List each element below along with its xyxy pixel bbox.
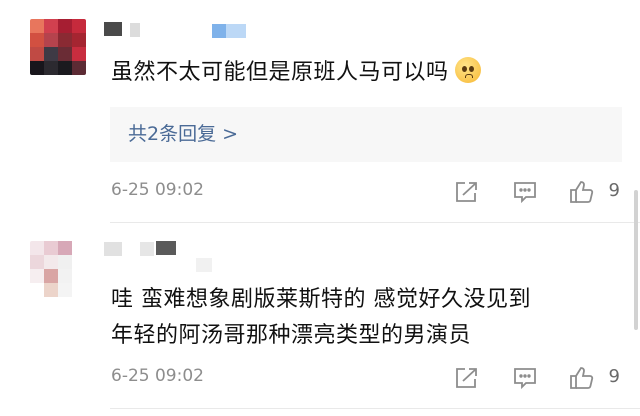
comment-text: 虽然不太可能但是原班人马可以吗 [111,55,616,91]
avatar[interactable] [30,241,90,305]
comment-actions: 6-25 09:02 9 [111,178,620,206]
pleading-face-icon [454,57,481,83]
comment-text: 哇 蛮难想象剧版莱斯特的 感觉好久没见到 年轻的阿汤哥那种漂亮类型的男演员 [111,282,616,354]
comment-text-line-2: 年轻的阿汤哥那种漂亮类型的男演员 [111,323,472,348]
comment-1: 虽然不太可能但是原班人马可以吗 共2条回复 > 6-25 09:02 9 [0,0,640,222]
comment-icon[interactable] [512,366,538,390]
like-count: 9 [608,180,620,201]
timestamp: 6-25 09:02 [111,366,204,386]
share-icon[interactable] [454,180,480,204]
replies-label: 共2条回复 > [128,123,239,145]
share-icon[interactable] [454,366,480,390]
comment-text-line-1: 哇 蛮难想象剧版莱斯特的 感觉好久没见到 [111,287,531,312]
avatar[interactable] [30,19,86,75]
view-replies-button[interactable]: 共2条回复 > [110,107,622,162]
comment-icon[interactable] [512,180,538,204]
thumbs-up-icon[interactable] [569,180,595,204]
timestamp: 6-25 09:02 [111,180,204,200]
comment-actions: 6-25 09:02 9 [111,364,620,392]
like-count: 9 [608,366,620,387]
scrollbar[interactable] [634,190,638,330]
thumbs-up-icon[interactable] [569,366,595,390]
comment-2: 哇 蛮难想象剧版莱斯特的 感觉好久没见到 年轻的阿汤哥那种漂亮类型的男演员 6-… [0,222,640,416]
divider [110,408,640,409]
